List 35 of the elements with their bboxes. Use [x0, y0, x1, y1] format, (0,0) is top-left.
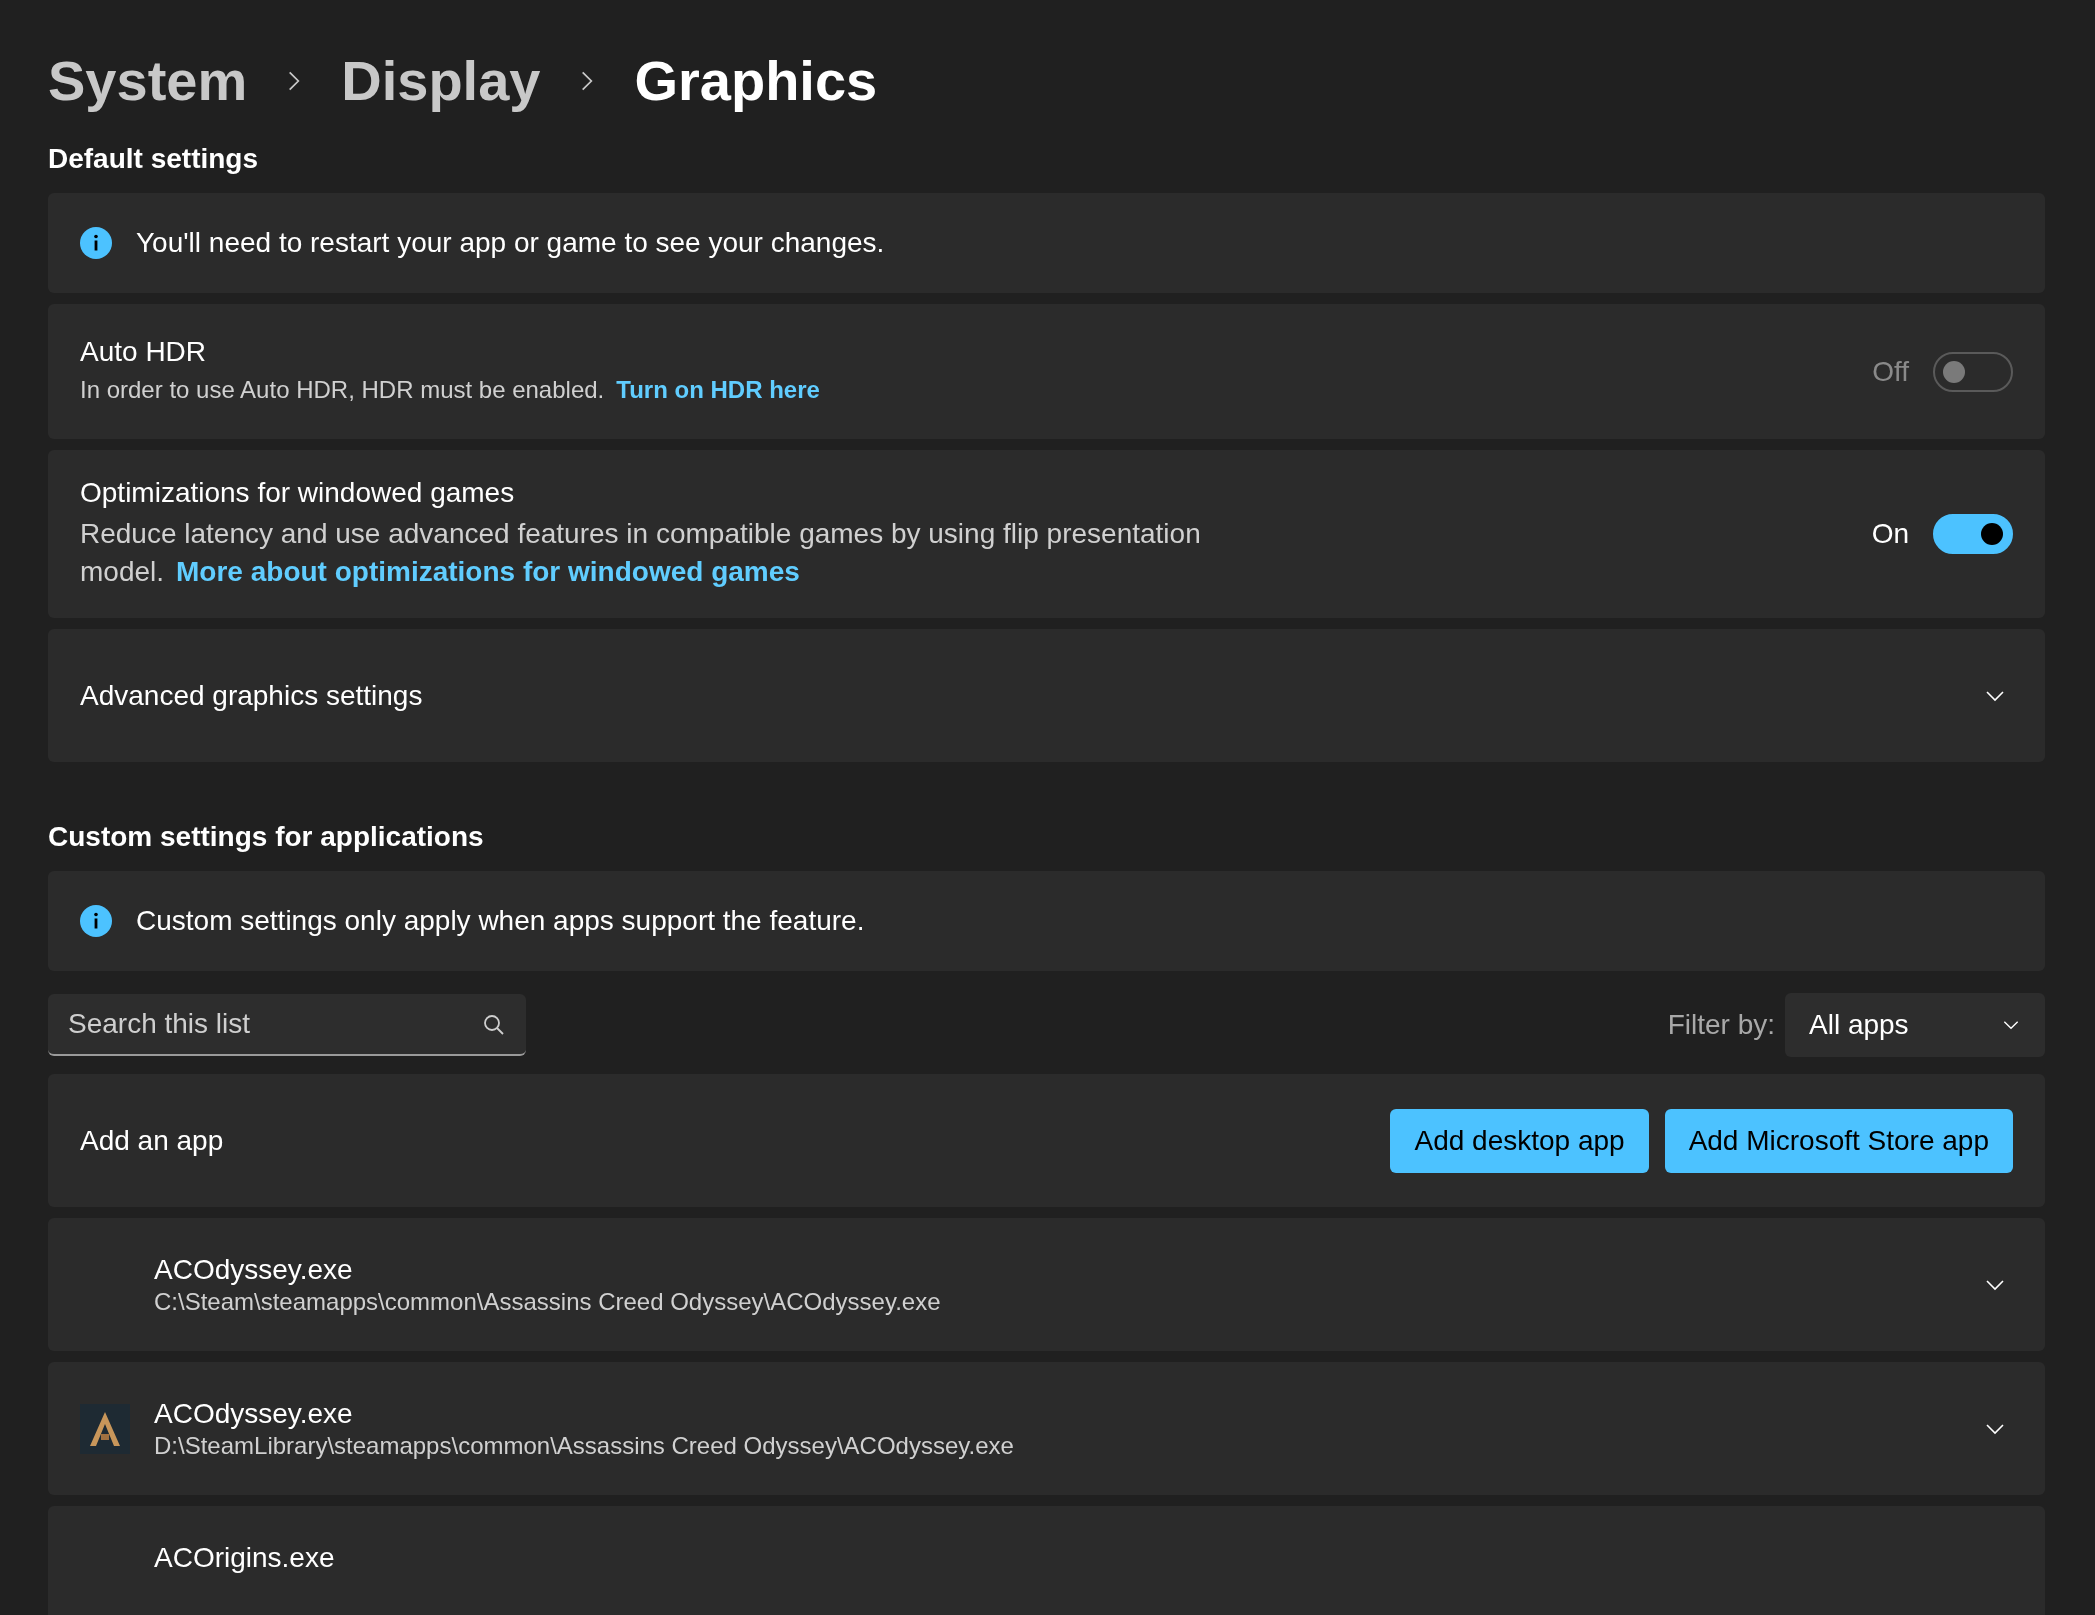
setting-title: Auto HDR: [80, 336, 208, 369]
app-name: ACOdyssey.exe: [154, 1398, 354, 1430]
info-message: You'll need to restart your app or game to see your changes.: [136, 227, 885, 259]
help-link[interactable]: More about optimizations for windowed games: [176, 556, 800, 587]
app-row[interactable]: ACOrigins.exe: [48, 1506, 2045, 1615]
app-row[interactable]: ACOdyssey.exe C:\Steam\steamapps\common\Assassins Creed Odyssey\ACOdyssey.exe: [48, 1218, 2045, 1351]
app-path: C:\Steam\steamapps\common\Assassins Creed Odyssey\ACOdyssey.exe: [154, 1288, 942, 1316]
breadcrumb-item[interactable]: Display: [341, 48, 541, 113]
section-heading: Custom settings for applications: [48, 821, 485, 853]
app-name: ACOrigins.exe: [154, 1542, 336, 1574]
setting-title: Optimizations for windowed games: [80, 477, 516, 510]
setting-description: In order to use Auto HDR, HDR must be enabled. Turn on HDR here: [80, 375, 821, 406]
setting-description: Reduce latency and use advanced features in compatible games by using flip presentation model. More about optimizations for windowed games: [80, 517, 1202, 589]
info-icon: [80, 905, 112, 937]
add-app-button[interactable]: Add Microsoft Store app: [1664, 1108, 2013, 1173]
app-path: D:\SteamLibrary\steamapps\common\Assassins Creed Odyssey\ACOdyssey.exe: [154, 1432, 1015, 1460]
breadcrumb-item[interactable]: System: [48, 48, 248, 113]
search-icon: [482, 1013, 506, 1037]
toggle-state-label: Off: [1872, 355, 1909, 388]
breadcrumb-item: Graphics: [634, 48, 878, 113]
setting-title: Advanced graphics settings: [80, 679, 424, 712]
app-name: ACOdyssey.exe: [154, 1254, 354, 1286]
app-row[interactable]: ACOdyssey.exe D:\SteamLibrary\steamapps\common\Assassins Creed Odyssey\ACOdyssey.exe: [48, 1362, 2045, 1495]
search-field[interactable]: Search this list: [48, 994, 526, 1056]
info-message: Custom settings only apply when apps support the feature.: [136, 905, 865, 937]
toggle-switch[interactable]: [1933, 514, 2013, 554]
add-app-button[interactable]: Add desktop app: [1390, 1108, 1649, 1173]
game-logo-icon: [80, 1403, 130, 1454]
section-heading: Default settings: [48, 143, 260, 175]
expander-card[interactable]: Advanced graphics settings: [48, 629, 2045, 762]
toggle-state-label: On: [1871, 518, 1909, 550]
filter-dropdown[interactable]: All apps: [1785, 993, 2045, 1057]
filter-label: Filter by:: [1667, 1009, 1775, 1041]
info-icon: [80, 227, 112, 259]
add-app-label: Add an app: [80, 1124, 225, 1157]
